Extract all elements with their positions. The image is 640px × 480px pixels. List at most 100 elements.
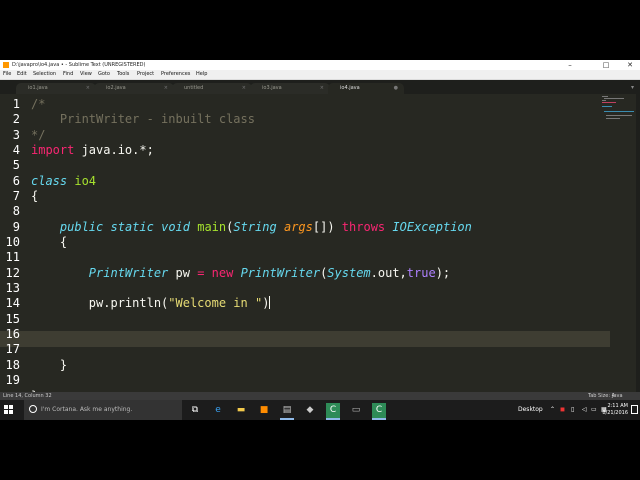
clock-time: 2:11 AM <box>607 403 628 409</box>
keyword-token: public <box>59 220 104 234</box>
menu-help[interactable]: Help <box>196 70 207 79</box>
line-number: 12 <box>5 266 20 280</box>
tab-io1[interactable]: io1.java × <box>16 83 96 94</box>
syntax-selector[interactable]: Java <box>612 392 623 400</box>
minimap-line <box>602 100 606 101</box>
code-line: public static void main(String args[]) t… <box>31 220 472 234</box>
volume-icon[interactable]: ◁ <box>582 400 587 420</box>
code-line: PrintWriter - inbuilt class <box>31 112 255 126</box>
tab-dirty-indicator-icon[interactable]: ● <box>394 83 398 94</box>
sublime-taskbar-icon[interactable]: ▤ <box>280 403 294 420</box>
office-app-icon[interactable]: ■ <box>257 403 271 417</box>
command-prompt-icon[interactable]: ▭ <box>349 403 363 417</box>
tab-close-icon[interactable]: × <box>320 83 324 94</box>
line-number: 19 <box>5 373 20 387</box>
menu-preferences[interactable]: Preferences <box>161 70 190 79</box>
code-line: /* <box>31 97 45 111</box>
action-center-icon[interactable] <box>631 405 638 414</box>
tray-overflow-icon[interactable]: ⌃ <box>550 400 555 420</box>
text-cursor <box>269 296 271 309</box>
minimap[interactable] <box>602 96 636 120</box>
menu-find[interactable]: Find <box>63 70 73 79</box>
desktop-toolbar[interactable]: Desktop <box>518 400 543 420</box>
menu-file[interactable]: File <box>3 70 11 79</box>
vertical-scrollbar[interactable] <box>636 94 640 412</box>
cursor-position: Line 14, Column 32 <box>3 393 52 399</box>
menu-project[interactable]: Project <box>137 70 154 79</box>
line-number: 8 <box>12 204 20 218</box>
code-line: */ <box>31 128 45 142</box>
close-button[interactable]: ✕ <box>620 60 640 70</box>
security-icon[interactable]: ◼ <box>560 400 565 420</box>
battery-icon[interactable]: ▭ <box>591 400 597 420</box>
type-token: String <box>233 220 277 234</box>
line-number: 2 <box>12 112 20 126</box>
menu-view[interactable]: View <box>80 70 92 79</box>
menu-bar: File Edit Selection Find View Goto Tools… <box>0 70 640 80</box>
edge-browser-icon[interactable]: e <box>211 403 225 417</box>
type-token: PrintWriter <box>240 266 321 280</box>
tab-close-icon[interactable]: × <box>242 83 246 94</box>
window-title-bar[interactable]: D:\javapro\io4.java • - Sublime Text (UN… <box>0 60 640 70</box>
system-clock[interactable]: 2:11 AM 8/21/2016 <box>602 403 628 417</box>
code-token: java.io.*; <box>74 143 154 157</box>
tabs-dropdown-icon[interactable]: ▾ <box>631 84 634 91</box>
code-token: { <box>31 189 39 203</box>
cortana-icon <box>29 405 37 413</box>
code-token: []) <box>312 220 335 234</box>
line-number: 4 <box>12 143 20 157</box>
type-token: System <box>327 266 371 280</box>
pinned-app-icon[interactable]: ◆ <box>303 403 317 417</box>
code-line: PrintWriter pw = new PrintWriter(System.… <box>31 266 450 280</box>
type-token: PrintWriter <box>88 266 169 280</box>
tab-io3[interactable]: io3.java × <box>250 83 330 94</box>
clock-date: 8/21/2016 <box>602 410 628 416</box>
current-line-highlight <box>0 331 610 347</box>
network-icon[interactable]: ▯ <box>571 400 574 420</box>
menu-goto[interactable]: Goto <box>98 70 110 79</box>
keyword-token: class <box>31 174 68 188</box>
tab-io4[interactable]: io4.java ● <box>328 83 404 94</box>
minimap-line <box>604 98 624 99</box>
tab-io2[interactable]: io2.java × <box>94 83 174 94</box>
keyword-token: throws <box>341 220 386 234</box>
keyword-token: static <box>110 220 154 234</box>
menu-tools[interactable]: Tools <box>117 70 129 79</box>
line-number: 14 <box>5 296 20 310</box>
tab-close-icon[interactable]: × <box>86 83 90 94</box>
tab-label: untitled <box>184 85 204 91</box>
line-number: 9 <box>12 220 20 234</box>
line-number: 6 <box>12 174 20 188</box>
keyword-token: void <box>161 220 190 234</box>
code-editor[interactable]: 1 2 3 4 5 6 7 8 9 10 11 12 13 14 15 16 1… <box>0 94 640 412</box>
letterbox-top <box>0 0 640 60</box>
maximize-button[interactable]: □ <box>596 60 616 70</box>
minimize-button[interactable]: – <box>560 60 580 70</box>
method-name-token: main <box>197 220 227 234</box>
code-line: { <box>31 235 67 249</box>
search-placeholder: I'm Cortana. Ask me anything. <box>41 406 133 413</box>
code-line: } <box>31 358 67 372</box>
constant-token: true <box>406 266 436 280</box>
tab-size-selector[interactable]: Tab Size: 4 <box>588 392 615 400</box>
code-line: import java.io.*; <box>31 143 154 157</box>
menu-selection[interactable]: Selection <box>33 70 56 79</box>
type-token: IOException <box>392 220 472 234</box>
task-view-icon[interactable]: ⧉ <box>188 403 202 417</box>
tab-close-icon[interactable]: × <box>164 83 168 94</box>
camtasia-studio-icon[interactable]: C <box>372 403 386 420</box>
status-bar: Line 14, Column 32 Tab Size: 4 Java <box>0 392 640 400</box>
windows-start-icon[interactable] <box>4 405 14 415</box>
line-number: 18 <box>5 358 20 372</box>
code-line: pw.println("Welcome in ") <box>31 296 271 310</box>
tab-untitled[interactable]: untitled × <box>172 83 252 94</box>
desktop-screen: D:\javapro\io4.java • - Sublime Text (UN… <box>0 60 640 420</box>
cortana-search-box[interactable]: I'm Cortana. Ask me anything. <box>24 400 182 420</box>
code-line: { <box>31 189 38 203</box>
camtasia-recorder-icon[interactable]: C <box>326 403 340 420</box>
file-explorer-icon[interactable]: ▬ <box>234 403 248 417</box>
menu-edit[interactable]: Edit <box>17 70 27 79</box>
